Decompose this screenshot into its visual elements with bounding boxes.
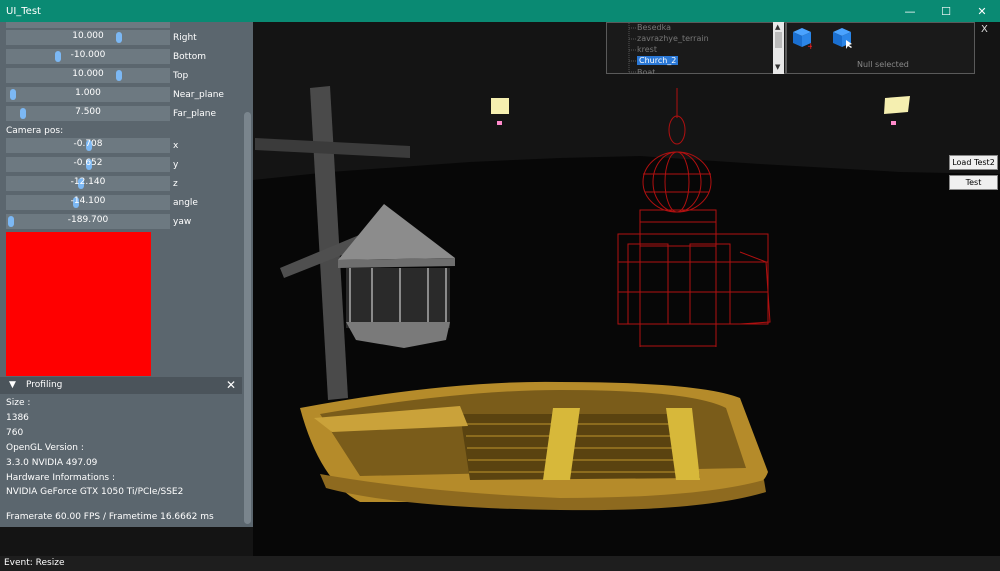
pos-x-slider[interactable]: -0.708 bbox=[6, 138, 170, 153]
top-slider[interactable]: 10.000 bbox=[6, 68, 170, 83]
near-plane-label: Near_plane bbox=[173, 90, 224, 100]
scroll-down-icon[interactable]: ▼ bbox=[775, 63, 780, 71]
pos-x-value: -0.708 bbox=[73, 139, 103, 149]
profiling-title: Profiling bbox=[26, 380, 63, 390]
size-height: 760 bbox=[6, 428, 24, 438]
framerate-text: Framerate 60.00 FPS / Frametime 16.6662 … bbox=[6, 512, 214, 522]
angle-slider[interactable]: -14.100 bbox=[6, 195, 170, 210]
close-window-button[interactable]: ✕ bbox=[964, 0, 1000, 22]
window-title: UI_Test bbox=[6, 5, 41, 17]
test-button[interactable]: Test bbox=[949, 175, 998, 190]
bottom-slider[interactable]: -10.000 bbox=[6, 49, 170, 64]
slider-row-partial[interactable] bbox=[6, 22, 170, 28]
tree-item-besedka[interactable]: Besedka bbox=[637, 23, 671, 32]
tree-item-church[interactable]: Church_2 bbox=[637, 56, 679, 65]
color-preview-swatch bbox=[6, 232, 151, 376]
bottom-label: Bottom bbox=[173, 52, 207, 62]
svg-text:+: + bbox=[807, 42, 812, 49]
boat-model bbox=[300, 381, 768, 511]
far-plane-label: Far_plane bbox=[173, 109, 217, 119]
yaw-slider[interactable]: -189.700 bbox=[6, 214, 170, 229]
event-status: Event: Resize bbox=[4, 558, 65, 568]
pos-y-label: y bbox=[173, 160, 179, 170]
lamp-light bbox=[491, 98, 509, 114]
tree-item-krest[interactable]: krest bbox=[637, 45, 657, 54]
right-value: 10.000 bbox=[72, 31, 104, 41]
camera-control-panel: 10.000 Right -10.000 Bottom 10.000 Top 1… bbox=[0, 22, 253, 527]
top-label: Top bbox=[173, 71, 189, 81]
right-label: Right bbox=[173, 33, 197, 43]
scroll-up-icon[interactable]: ▲ bbox=[775, 23, 780, 31]
pos-z-slider[interactable]: -12.140 bbox=[6, 176, 170, 191]
tree-item-boat[interactable]: Boat bbox=[637, 68, 655, 74]
tree-scroll-thumb[interactable] bbox=[775, 32, 782, 48]
minimize-button[interactable]: — bbox=[892, 0, 928, 22]
angle-value: -14.100 bbox=[70, 196, 106, 206]
opengl-version: 3.3.0 NVIDIA 497.09 bbox=[6, 458, 98, 468]
maximize-button[interactable]: ☐ bbox=[928, 0, 964, 22]
select-cube-icon[interactable] bbox=[832, 27, 852, 49]
close-icon[interactable]: ✕ bbox=[226, 378, 236, 392]
hardware-info: NVIDIA GeForce GTX 1050 Ti/PCIe/SSE2 bbox=[6, 487, 184, 497]
near-plane-value: 1.000 bbox=[75, 88, 101, 98]
lamp-light bbox=[884, 96, 910, 114]
scene-tree: Besedka zavrazhye_terrain krest Church_2… bbox=[606, 22, 786, 75]
tree-lines bbox=[628, 23, 636, 75]
size-label: Size : bbox=[6, 398, 31, 408]
add-cube-icon[interactable]: + bbox=[792, 27, 812, 49]
selection-status: Null selected bbox=[857, 60, 909, 69]
angle-label: angle bbox=[173, 198, 198, 208]
near-plane-slider[interactable]: 1.000 bbox=[6, 87, 170, 102]
panel-scrollbar[interactable] bbox=[244, 112, 251, 524]
collapse-triangle-icon[interactable]: ▼ bbox=[9, 380, 16, 390]
right-slider[interactable]: 10.000 bbox=[6, 30, 170, 45]
yaw-label: yaw bbox=[173, 217, 192, 227]
opengl-label: OpenGL Version : bbox=[6, 443, 84, 453]
camera-pos-heading: Camera pos: bbox=[6, 126, 64, 136]
title-bar: UI_Test — ☐ ✕ bbox=[0, 0, 1000, 22]
lamp-marker bbox=[891, 121, 896, 125]
pos-z-label: z bbox=[173, 179, 178, 189]
far-plane-slider[interactable]: 7.500 bbox=[6, 106, 170, 121]
tree-item-church-label: Church_2 bbox=[637, 56, 679, 65]
profiling-header[interactable]: ▼ Profiling ✕ bbox=[0, 377, 242, 394]
status-bar: Event: Resize bbox=[0, 556, 1000, 571]
far-plane-value: 7.500 bbox=[75, 107, 101, 117]
pos-x-label: x bbox=[173, 141, 179, 151]
pos-y-value: -0.652 bbox=[73, 158, 103, 168]
lamp-marker bbox=[497, 121, 502, 125]
object-panel: + Null selected bbox=[786, 22, 975, 74]
tree-scrollbar[interactable]: ▲ ▼ bbox=[773, 22, 784, 74]
bottom-value: -10.000 bbox=[70, 50, 106, 60]
top-value: 10.000 bbox=[72, 69, 104, 79]
hardware-label: Hardware Informations : bbox=[6, 473, 115, 483]
load-test2-button[interactable]: Load Test2 bbox=[949, 155, 998, 170]
tree-item-terrain[interactable]: zavrazhye_terrain bbox=[637, 34, 709, 43]
object-panel-close[interactable]: X bbox=[981, 24, 988, 35]
yaw-value: -189.700 bbox=[67, 215, 109, 225]
size-width: 1386 bbox=[6, 413, 29, 423]
pos-z-value: -12.140 bbox=[70, 177, 106, 187]
pos-y-slider[interactable]: -0.652 bbox=[6, 157, 170, 172]
